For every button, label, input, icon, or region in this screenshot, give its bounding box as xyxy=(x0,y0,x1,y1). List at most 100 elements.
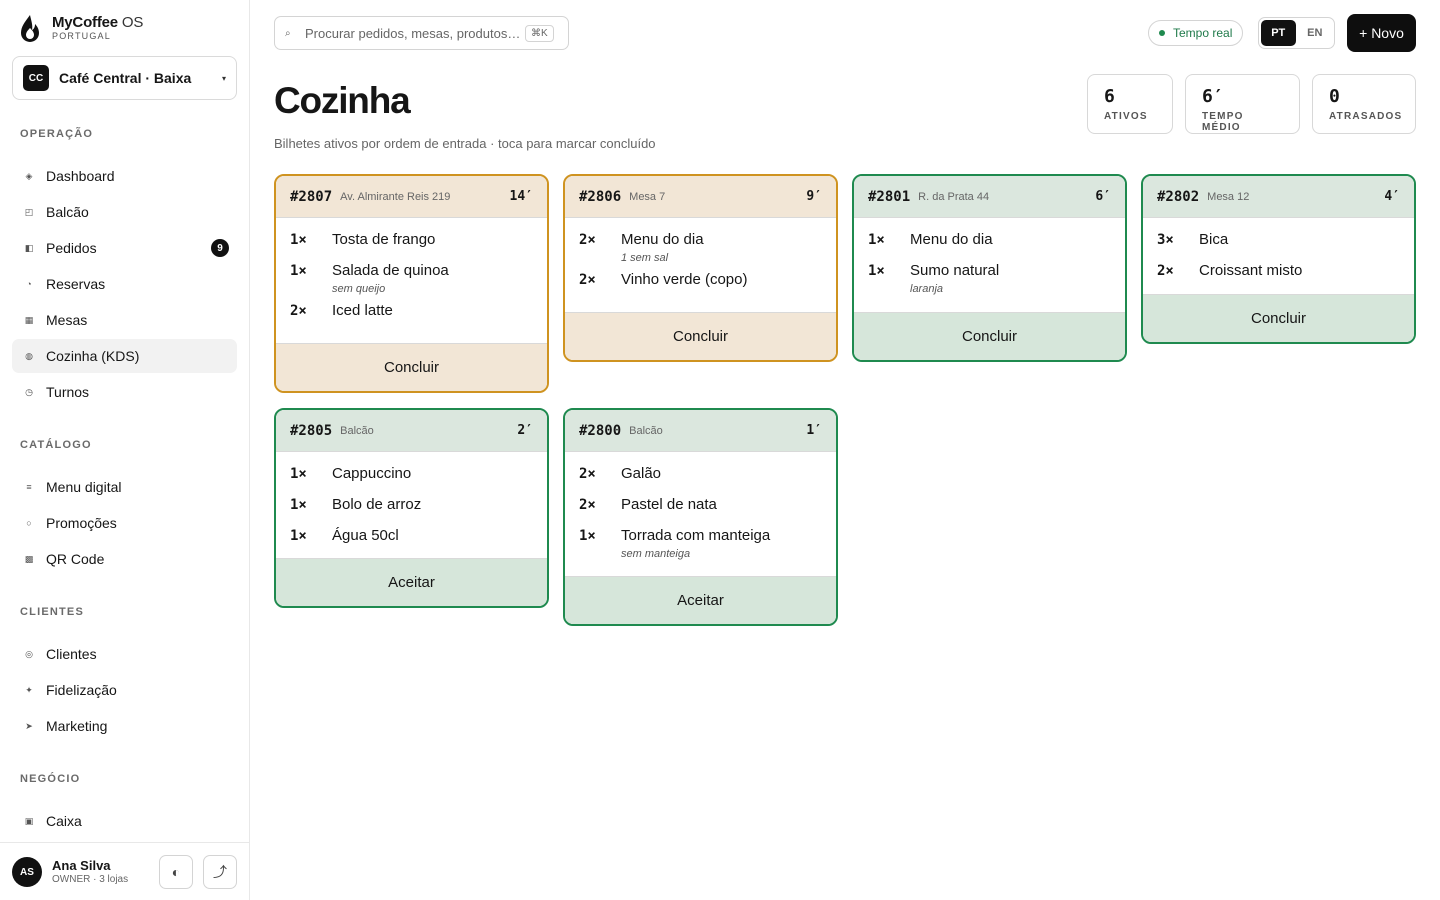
stat-label: ATIVOS xyxy=(1104,111,1148,122)
flame-logo-icon xyxy=(21,15,39,42)
search-bar[interactable]: ⌕ ⌘K xyxy=(274,16,569,50)
nav-fidelizacao[interactable]: ✦ Fidelização xyxy=(12,673,237,707)
ticket-item: 1× Salada de quinoa sem queijo xyxy=(290,261,533,301)
item-name: Pastel de nata xyxy=(621,496,717,513)
nav-label: QR Code xyxy=(46,551,105,567)
item-note: sem manteiga xyxy=(621,548,691,560)
item-name: Vinho verde (copo) xyxy=(621,271,748,288)
ticket-header: #2807 Av. Almirante Reis 219 14′ xyxy=(276,176,547,218)
item-name: Bolo de arroz xyxy=(332,496,422,513)
nav-turnos[interactable]: ◷ Turnos xyxy=(12,375,237,409)
nav-label: Caixa xyxy=(46,813,82,829)
page-title: Cozinha xyxy=(274,80,411,121)
item-name: Menu do dia xyxy=(621,231,704,248)
accept-button[interactable]: Aceitar xyxy=(276,558,547,606)
kds-ticket[interactable]: #2800 Balcão 1′ 2× Galão 2× Pastel de nata… xyxy=(563,408,838,626)
ticket-location: Balcão xyxy=(629,424,663,437)
ticket-items: 1× Cappuccino 1× Bolo de arroz 1× Água 50cl xyxy=(276,452,547,563)
live-label: Tempo real xyxy=(1173,26,1233,40)
ticket-id: #2800 xyxy=(579,422,622,439)
user-name: Ana Silva xyxy=(52,858,111,873)
exit-arrow-icon: ⤴ xyxy=(213,864,227,880)
ticket-elapsed-time: 6′ xyxy=(1095,189,1111,204)
conclude-button[interactable]: Concluir xyxy=(1143,294,1414,342)
search-input[interactable] xyxy=(305,25,525,41)
counter-icon: ◰ xyxy=(24,206,34,217)
live-status-badge: Tempo real xyxy=(1148,20,1244,46)
item-qty: 2× xyxy=(579,497,596,513)
ticket-location: Mesa 12 xyxy=(1207,190,1250,203)
nav-label: Promoções xyxy=(46,515,117,531)
conclude-button[interactable]: Concluir xyxy=(854,312,1125,360)
ticket-id: #2807 xyxy=(290,188,333,205)
nav-clientes[interactable]: ◎ Clientes xyxy=(12,637,237,671)
avatar[interactable]: AS xyxy=(12,857,42,887)
nav-label: Menu digital xyxy=(46,479,122,495)
ticket-items: 1× Tosta de frango 1× Salada de quinoa sem … xyxy=(276,218,547,338)
nav-balcao[interactable]: ◰ Balcão xyxy=(12,195,237,229)
clock-icon: ◔ xyxy=(26,279,32,289)
item-name: Torrada com manteiga xyxy=(621,527,771,544)
nav-marketing[interactable]: ➤ Marketing xyxy=(12,709,237,743)
menu-lines-icon: ≡ xyxy=(26,482,32,492)
store-selector[interactable]: CC Café Central · Baixa ▾ xyxy=(12,56,237,100)
kitchen-icon: ◍ xyxy=(25,350,33,361)
nav-mesas[interactable]: ▦ Mesas xyxy=(12,303,237,337)
ticket-id: #2806 xyxy=(579,188,622,205)
ticket-elapsed-time: 9′ xyxy=(806,189,822,204)
ticket-elapsed-time: 14′ xyxy=(509,189,533,204)
nav-label: Clientes xyxy=(46,646,97,662)
ticket-location: Av. Almirante Reis 219 xyxy=(340,190,451,203)
conclude-button[interactable]: Concluir xyxy=(276,343,547,391)
item-qty: 1× xyxy=(290,263,307,279)
nav-promocoes[interactable]: ○ Promoções xyxy=(12,506,237,540)
cash-register-icon: ▣ xyxy=(24,815,34,826)
ticket-item: 1× Água 50cl xyxy=(290,526,533,557)
logout-button[interactable]: ⤴ xyxy=(203,855,237,889)
theme-toggle-button[interactable]: ◐ xyxy=(159,855,193,889)
item-name: Bica xyxy=(1199,231,1229,248)
search-icon: ⌕ xyxy=(285,27,291,39)
nav-dashboard[interactable]: ◈ Dashboard xyxy=(12,159,237,193)
promo-circle-icon: ○ xyxy=(26,518,32,528)
section-clientes: CLIENTES xyxy=(20,606,84,618)
item-note: sem queijo xyxy=(332,283,386,295)
brand[interactable]: MyCoffee OS PORTUGAL xyxy=(18,14,143,44)
ticket-items: 1× Menu do dia 1× Sumo natural laranja xyxy=(854,218,1125,307)
ticket-elapsed-time: 1′ xyxy=(806,423,822,438)
diamond-icon: ◈ xyxy=(25,170,33,181)
ticket-item: 1× Sumo natural laranja xyxy=(868,261,1111,301)
new-button[interactable]: + Novo xyxy=(1347,14,1416,52)
kds-ticket[interactable]: #2807 Av. Almirante Reis 219 14′ 1× Tosta… xyxy=(274,174,549,393)
kds-ticket[interactable]: #2805 Balcão 2′ 1× Cappuccino 1× Bolo de a… xyxy=(274,408,549,608)
nav-menu-digital[interactable]: ≡ Menu digital xyxy=(12,470,237,504)
shortcut-hint: ⌘K xyxy=(525,24,554,42)
chevron-down-icon: ▾ xyxy=(221,73,226,83)
accept-button[interactable]: Aceitar xyxy=(565,576,836,624)
nav-qr-code[interactable]: ▩ QR Code xyxy=(12,542,237,576)
nav-label: Fidelização xyxy=(46,682,117,698)
nav-label: Dashboard xyxy=(46,168,115,184)
conclude-button[interactable]: Concluir xyxy=(565,312,836,360)
stat-tempo-medio: 6′ TEMPO MÉDIO xyxy=(1185,74,1300,134)
ticket-item: 2× Iced latte xyxy=(290,301,533,332)
nav-caixa[interactable]: ▣ Caixa xyxy=(12,804,237,838)
lang-en-option[interactable]: EN xyxy=(1298,20,1333,46)
nav-label: Pedidos xyxy=(46,240,97,256)
ticket-location: Mesa 7 xyxy=(629,190,666,203)
store-avatar: CC xyxy=(23,65,49,91)
nav-pedidos[interactable]: ◧ Pedidos 9 xyxy=(12,231,237,265)
kds-ticket[interactable]: #2802 Mesa 12 4′ 3× Bica 2× Croissant mist… xyxy=(1141,174,1416,344)
lang-pt-option[interactable]: PT xyxy=(1261,20,1296,46)
ticket-id: #2805 xyxy=(290,422,333,439)
contrast-icon: ◐ xyxy=(171,864,181,880)
page-subtitle: Bilhetes ativos por ordem de entrada · t… xyxy=(274,136,656,151)
nav-cozinha[interactable]: ◍ Cozinha (KDS) xyxy=(12,339,237,373)
sparkle-icon: ✦ xyxy=(25,684,33,695)
nav-reservas[interactable]: ◔ Reservas xyxy=(12,267,237,301)
kds-ticket[interactable]: #2801 R. da Prata 44 6′ 1× Menu do dia 1×… xyxy=(852,174,1127,362)
brand-region: PORTUGAL xyxy=(52,31,111,41)
kds-ticket[interactable]: #2806 Mesa 7 9′ 2× Menu do dia 1 sem sal 2… xyxy=(563,174,838,362)
item-name: Menu do dia xyxy=(910,231,993,248)
brand-suffix: OS xyxy=(121,14,144,31)
